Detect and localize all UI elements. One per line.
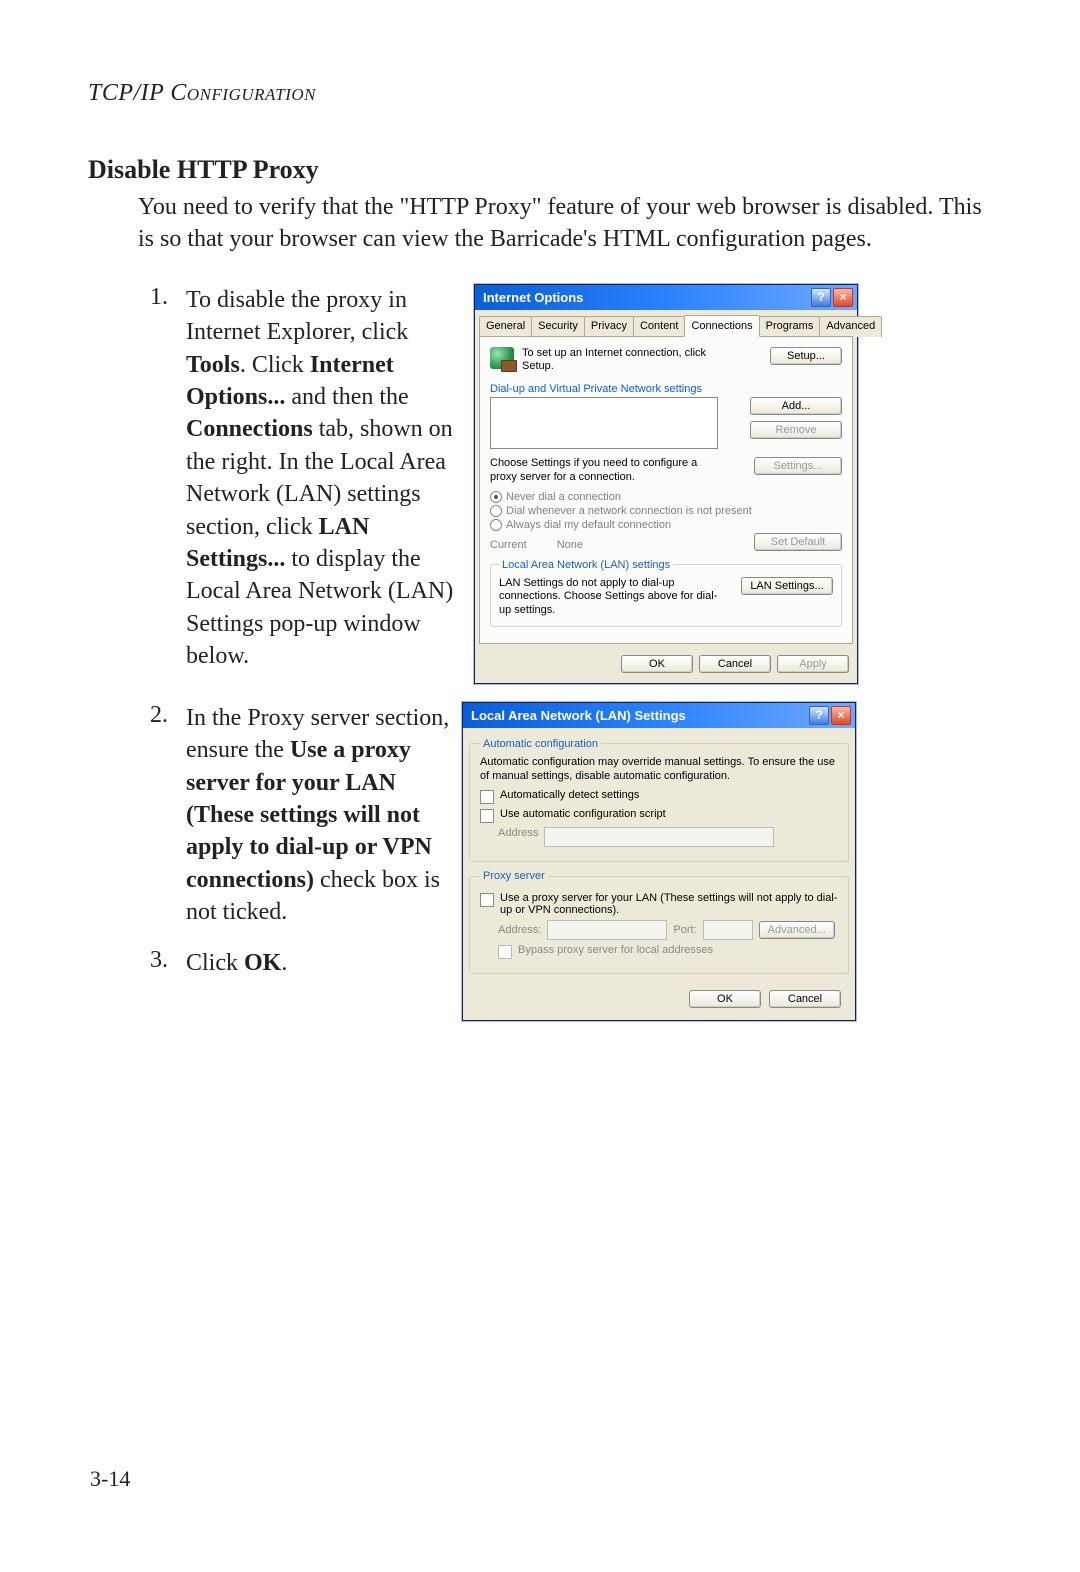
step-1-number: 1. [138, 284, 168, 311]
checkbox-icon [480, 893, 494, 907]
close-button[interactable]: × [833, 288, 853, 307]
apply-button[interactable]: Apply [777, 655, 849, 673]
tab-privacy[interactable]: Privacy [584, 316, 634, 337]
lan-cancel-button[interactable]: Cancel [769, 990, 841, 1008]
lan-dialog-titlebar: Local Area Network (LAN) Settings ? × [463, 703, 855, 728]
checkbox-icon [480, 809, 494, 823]
lan-settings-button[interactable]: LAN Settings... [741, 577, 833, 595]
close-button[interactable]: × [831, 706, 851, 725]
radio-never-dial[interactable]: Never dial a connection [490, 491, 842, 503]
tab-security[interactable]: Security [531, 316, 585, 337]
add-button[interactable]: Add... [750, 397, 842, 415]
remove-button[interactable]: Remove [750, 421, 842, 439]
chk-use-proxy[interactable]: Use a proxy server for your LAN (These s… [480, 892, 838, 916]
step-1-text: To disable the proxy in Internet Explore… [186, 284, 456, 673]
step-2-number: 2. [138, 702, 168, 929]
radio-dial-when-no-net[interactable]: Dial whenever a network connection is no… [490, 505, 842, 517]
ok-button[interactable]: OK [621, 655, 693, 673]
lan-dialog-title: Local Area Network (LAN) Settings [471, 708, 686, 723]
checkbox-icon [480, 790, 494, 804]
auto-config-note: Automatic configuration may override man… [480, 756, 838, 784]
proxy-port-input[interactable] [703, 920, 753, 940]
tab-bar: General Security Privacy Content Connect… [475, 310, 857, 337]
current-label: Current [490, 539, 527, 551]
tab-advanced[interactable]: Advanced [819, 316, 882, 337]
intro-paragraph: You need to verify that the "HTTP Proxy"… [138, 191, 990, 256]
dialog-title: Internet Options [483, 290, 583, 305]
step-2-text: In the Proxy server section, ensure the … [186, 702, 456, 929]
chk-bypass-local[interactable]: Bypass proxy server for local addresses [498, 944, 838, 959]
globe-icon [490, 347, 514, 369]
checkbox-icon [498, 945, 512, 959]
radio-icon [490, 505, 502, 517]
page-number: 3-14 [90, 1466, 130, 1492]
lan-settings-group: Local Area Network (LAN) settings LAN Se… [490, 559, 842, 627]
chk-use-script[interactable]: Use automatic configuration script [480, 808, 838, 823]
current-value: None [557, 539, 583, 551]
section-title: Disable HTTP Proxy [88, 155, 990, 185]
proxy-legend: Proxy server [480, 870, 548, 882]
settings-button[interactable]: Settings... [754, 457, 842, 475]
lan-note: LAN Settings do not apply to dial-up con… [499, 577, 727, 618]
help-button[interactable]: ? [809, 706, 829, 725]
script-address-label: Address [498, 827, 538, 839]
chk-auto-detect[interactable]: Automatically detect settings [480, 789, 838, 804]
tab-general[interactable]: General [479, 316, 532, 337]
proxy-server-group: Proxy server Use a proxy server for your… [469, 870, 849, 974]
cancel-button[interactable]: Cancel [699, 655, 771, 673]
proxy-address-label: Address: [498, 924, 541, 936]
set-default-button[interactable]: Set Default [754, 533, 842, 551]
radio-always-dial[interactable]: Always dial my default connection [490, 519, 842, 531]
tab-programs[interactable]: Programs [759, 316, 821, 337]
dialup-group-label: Dial-up and Virtual Private Network sett… [490, 383, 842, 395]
dialog-titlebar: Internet Options ? × [475, 285, 857, 310]
auto-config-legend: Automatic configuration [480, 738, 601, 750]
lan-group-legend: Local Area Network (LAN) settings [499, 559, 673, 571]
dialup-listbox[interactable] [490, 397, 718, 449]
page-header: TCP/IP Configuration [88, 80, 990, 107]
step-3-number: 3. [138, 947, 168, 979]
radio-icon [490, 491, 502, 503]
step-3-text: Click OK. [186, 947, 456, 979]
internet-options-dialog: Internet Options ? × General Security Pr… [474, 284, 858, 684]
auto-config-group: Automatic configuration Automatic config… [469, 738, 849, 863]
help-button[interactable]: ? [811, 288, 831, 307]
lan-settings-dialog: Local Area Network (LAN) Settings ? × Au… [462, 702, 856, 1022]
tab-content[interactable]: Content [633, 316, 686, 337]
radio-icon [490, 519, 502, 531]
script-address-input[interactable] [544, 827, 774, 847]
setup-button[interactable]: Setup... [770, 347, 842, 365]
lan-ok-button[interactable]: OK [689, 990, 761, 1008]
proxy-port-label: Port: [673, 924, 696, 936]
proxy-address-input[interactable] [547, 920, 667, 940]
advanced-button[interactable]: Advanced... [759, 921, 835, 939]
settings-note: Choose Settings if you need to configure… [490, 457, 720, 485]
setup-text: To set up an Internet connection, click … [522, 347, 762, 373]
tab-connections[interactable]: Connections [684, 315, 759, 337]
